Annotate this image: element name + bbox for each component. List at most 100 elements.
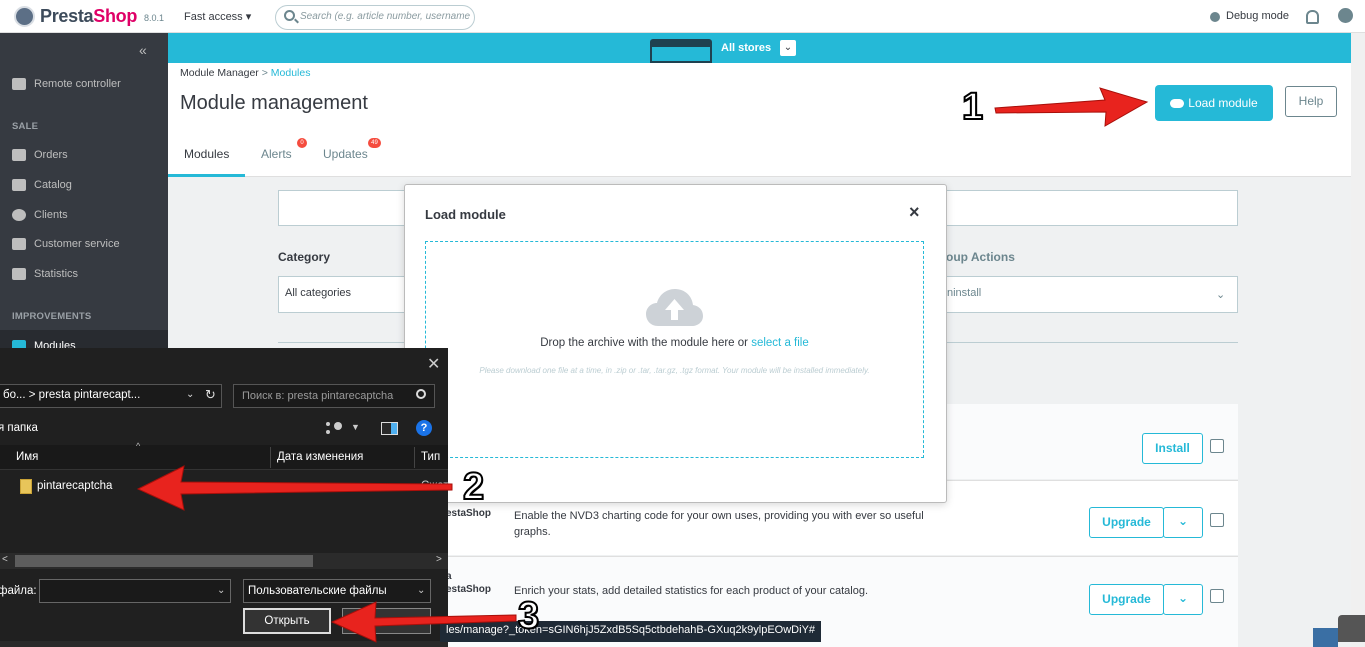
breadcrumb-separator: > (261, 67, 268, 79)
corner-strip (1313, 628, 1338, 647)
sidebar-section-sale: SALE (12, 121, 39, 132)
tabs-divider (168, 176, 1351, 177)
refresh-icon[interactable]: ↻ (205, 387, 216, 403)
file-name[interactable]: pintarecaptcha (37, 480, 112, 492)
help-icon[interactable]: ? (416, 420, 432, 436)
sidebar-item-clients[interactable]: Clients (12, 209, 68, 221)
sidebar-item-label: Remote controller (34, 78, 121, 90)
view-mode-icon[interactable] (326, 422, 342, 434)
cloud-upload-icon (1170, 98, 1185, 108)
prestashop-logo[interactable]: PrestaShop (40, 6, 137, 27)
search-icon (416, 389, 426, 399)
tab-active-indicator (168, 174, 245, 177)
load-module-button[interactable]: Load module (1155, 85, 1273, 121)
sidebar-item-label: Catalog (34, 179, 72, 191)
tab-alerts[interactable]: Alerts (261, 147, 292, 161)
bell-icon[interactable] (1306, 10, 1319, 24)
upgrade-button[interactable]: Upgrade (1089, 584, 1164, 615)
sidebar-item-remote-controller[interactable]: Remote controller (12, 78, 121, 90)
sidebar-item-catalog[interactable]: Catalog (12, 179, 72, 191)
module-checkbox[interactable] (1210, 589, 1224, 603)
annotation-arrow-1 (994, 87, 1149, 127)
prestashop-logo-icon[interactable] (14, 6, 35, 27)
tab-modules[interactable]: Modules (184, 147, 229, 161)
page-scrollbar[interactable] (1351, 33, 1365, 647)
dropzone-instruction: Drop the archive with the module here or (540, 337, 748, 349)
view-mode-chevron-icon[interactable]: ▼ (351, 422, 360, 432)
search-icon (284, 10, 295, 21)
upgrade-dropdown-chevron-icon[interactable]: ⌄ (1163, 507, 1203, 538)
load-module-label: Load module (1188, 96, 1258, 110)
bug-icon (1210, 12, 1220, 22)
updates-badge: 49 (368, 138, 381, 148)
zip-folder-icon (20, 479, 32, 494)
modal-title: Load module (425, 207, 506, 222)
sort-caret-icon: ^ (136, 441, 141, 451)
column-name[interactable]: Имя (16, 451, 38, 463)
sidebar-section-improvements: IMPROVEMENTS (12, 311, 92, 322)
breadcrumb-current[interactable]: Modules (271, 67, 311, 79)
version-label: 8.0.1 (144, 13, 165, 23)
bar-chart-icon (12, 268, 26, 280)
search-input[interactable]: Search (e.g. article number, username (300, 11, 470, 22)
trend-icon (12, 78, 26, 90)
sidebar-item-statistics[interactable]: Statistics (12, 268, 78, 280)
fast-access-menu[interactable]: Fast access ▾ (184, 10, 251, 23)
symfony-toolbar-icon[interactable] (1338, 615, 1365, 642)
close-icon[interactable]: × (909, 202, 920, 223)
chat-icon (12, 238, 26, 250)
annotation-arrow-3 (330, 601, 517, 643)
upgrade-button[interactable]: Upgrade (1089, 507, 1164, 538)
annotation-number-2: 2 (462, 465, 485, 509)
chevron-down-icon: ⌄ (1216, 289, 1226, 301)
breadcrumb-root[interactable]: Module Manager (180, 67, 259, 79)
person-icon (12, 209, 26, 221)
sidebar-item-label: Customer service (34, 238, 120, 250)
close-icon[interactable]: ✕ (427, 354, 440, 374)
filename-input[interactable] (39, 579, 231, 603)
store-select-chevron-icon[interactable]: ⌄ (780, 40, 796, 56)
collapse-sidebar-icon[interactable]: « (139, 42, 147, 58)
user-account-icon[interactable] (1338, 8, 1353, 23)
dropzone-text: Drop the archive with the module here or… (425, 337, 924, 349)
annotation-arrow-2 (136, 465, 453, 511)
sidebar-item-label: Statistics (34, 268, 79, 280)
folder-search-input[interactable]: Поиск в: presta pintarecaptcha (233, 384, 435, 408)
annotation-number-3: 3 (517, 594, 540, 638)
scroll-right-icon[interactable]: > (436, 554, 442, 565)
module-dropzone[interactable] (425, 241, 924, 458)
module-author: estaShop (446, 584, 492, 595)
category-label: Category (278, 250, 331, 264)
chevron-down-icon[interactable]: ⌄ (186, 389, 194, 400)
preview-pane-icon[interactable] (381, 422, 398, 435)
scrollbar-thumb[interactable] (15, 555, 313, 567)
category-select[interactable]: All categories (278, 276, 408, 313)
install-button[interactable]: Install (1142, 433, 1203, 464)
module-checkbox[interactable] (1210, 513, 1224, 527)
module-checkbox[interactable] (1210, 439, 1224, 453)
tab-updates[interactable]: Updates (323, 147, 368, 161)
dropzone-hint: Please download one file at a time, in .… (479, 366, 870, 375)
alerts-badge: 0 (297, 138, 307, 148)
chevron-down-icon[interactable]: ⌄ (417, 585, 425, 596)
breadcrumb: Module Manager > Modules (180, 67, 310, 79)
group-actions-select[interactable]: ninstall (940, 276, 1238, 313)
sidebar-item-orders[interactable]: Orders (12, 149, 68, 161)
debug-mode-link[interactable]: Debug mode (1226, 10, 1289, 22)
cloud-upload-icon (646, 289, 703, 326)
sidebar-item-label: Orders (34, 149, 68, 161)
select-file-link[interactable]: select a file (751, 337, 809, 349)
upgrade-dropdown-chevron-icon[interactable]: ⌄ (1163, 584, 1203, 615)
scroll-left-icon[interactable]: < (2, 554, 8, 565)
module-description: Enrich your stats, add detailed statisti… (514, 585, 869, 597)
logo-text-presta: Presta (40, 6, 94, 26)
chevron-down-icon[interactable]: ⌄ (217, 585, 225, 596)
help-button[interactable]: Help (1285, 86, 1337, 117)
annotation-number-1: 1 (961, 85, 984, 129)
storefront-icon (650, 39, 712, 63)
sidebar-item-label: Clients (34, 209, 68, 221)
page-title: Module management (180, 92, 368, 114)
open-button[interactable]: Открыть (243, 608, 331, 634)
new-folder-button[interactable]: я папка (0, 422, 38, 434)
sidebar-item-customer-service[interactable]: Customer service (12, 238, 120, 250)
